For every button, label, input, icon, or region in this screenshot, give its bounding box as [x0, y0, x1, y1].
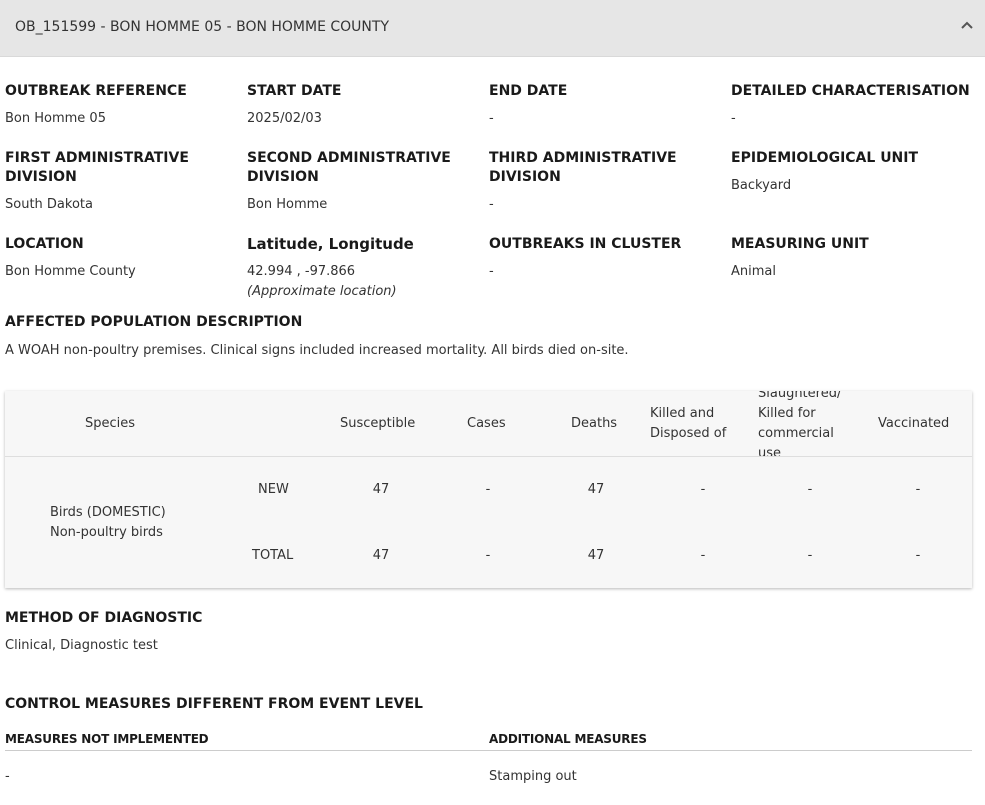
first-admin-label: FIRST ADMINISTRATIVE DIVISION — [5, 149, 189, 187]
new-vaccinated: - — [915, 482, 921, 497]
header-slaughtered-line1: Slaughtered/ — [758, 391, 842, 401]
start-date-label: START DATE — [247, 83, 342, 99]
table-header-divider — [5, 456, 972, 457]
species-subtype: Non-poultry birds — [50, 525, 163, 540]
outbreaks-in-cluster-value: - — [489, 264, 494, 279]
total-deaths: 47 — [587, 548, 605, 563]
end-date-label: END DATE — [489, 83, 568, 99]
measuring-unit-value: Animal — [731, 264, 776, 279]
outbreak-reference-label: OUTBREAK REFERENCE — [5, 83, 187, 99]
header-killed: Killed and Disposed of — [650, 404, 726, 444]
species-table: Species Susceptible Cases Deaths Killed … — [5, 391, 972, 588]
outbreaks-in-cluster-label: OUTBREAKS IN CLUSTER — [489, 236, 682, 252]
second-admin-label-line2: DIVISION — [247, 169, 319, 185]
second-admin-label: SECOND ADMINISTRATIVE DIVISION — [247, 149, 451, 187]
header-susceptible: Susceptible — [340, 416, 416, 431]
third-admin-value: - — [489, 197, 494, 212]
header-vaccinated: Vaccinated — [878, 416, 950, 431]
total-susceptible: 47 — [372, 548, 390, 563]
epidemiological-unit-label: EPIDEMIOLOGICAL UNIT — [731, 150, 919, 166]
affected-population-text: A WOAH non-poultry premises. Clinical si… — [5, 343, 629, 358]
lat-long-value: 42.994 , -97.866 — [247, 264, 356, 279]
header-slaughtered-line3: commercial — [758, 426, 834, 441]
second-admin-label-line1: SECOND ADMINISTRATIVE — [247, 150, 451, 166]
start-date-value: 2025/02/03 — [247, 111, 322, 126]
location-label: LOCATION — [5, 236, 84, 252]
measures-not-implemented-value: - — [5, 769, 10, 784]
header-killed-line1: Killed and — [650, 406, 715, 421]
outbreak-reference-value: Bon Homme 05 — [5, 111, 106, 126]
header-slaughtered-line4: use — [758, 446, 782, 461]
row-label-new: NEW — [258, 482, 289, 497]
diagnostic-value: Clinical, Diagnostic test — [5, 638, 158, 653]
first-admin-label-line2: DIVISION — [5, 169, 77, 185]
approximate-location-note: (Approximate location) — [247, 284, 397, 299]
first-admin-value: South Dakota — [5, 197, 93, 212]
control-measures-label: CONTROL MEASURES DIFFERENT FROM EVENT LE… — [5, 696, 423, 712]
lat-long-label: Latitude, Longitude — [247, 235, 414, 253]
location-value: Bon Homme County — [5, 264, 136, 279]
header-killed-line2: Disposed of — [650, 426, 727, 441]
new-slaughtered: - — [807, 482, 813, 497]
first-admin-label-line1: FIRST ADMINISTRATIVE — [5, 150, 189, 166]
total-cases: - — [485, 548, 491, 563]
detailed-characterisation-label: DETAILED CHARACTERISATION — [731, 83, 970, 99]
species-name: Birds (DOMESTIC) — [50, 505, 166, 520]
outbreak-header[interactable]: OB_151599 - BON HOMME 05 - BON HOMME COU… — [0, 0, 985, 57]
third-admin-label-line1: THIRD ADMINISTRATIVE — [489, 150, 677, 166]
header-deaths: Deaths — [571, 416, 618, 431]
outbreak-title: OB_151599 - BON HOMME 05 - BON HOMME COU… — [15, 19, 390, 35]
total-vaccinated: - — [915, 548, 921, 563]
species-cell: Birds (DOMESTIC) Non-poultry birds — [50, 503, 166, 543]
additional-measures-label: ADDITIONAL MEASURES — [489, 732, 647, 746]
additional-measures-value: Stamping out — [489, 769, 577, 784]
measures-not-implemented-label: MEASURES NOT IMPLEMENTED — [5, 732, 209, 746]
total-slaughtered: - — [807, 548, 813, 563]
header-species: Species — [85, 416, 136, 431]
third-admin-label: THIRD ADMINISTRATIVE DIVISION — [489, 149, 677, 187]
measures-divider — [5, 750, 972, 751]
new-deaths: 47 — [587, 482, 605, 497]
end-date-value: - — [489, 111, 494, 126]
affected-population-label: AFFECTED POPULATION DESCRIPTION — [5, 314, 303, 330]
chevron-up-icon[interactable] — [959, 18, 975, 32]
total-killed: - — [700, 548, 706, 563]
new-susceptible: 47 — [372, 482, 390, 497]
row-label-total: TOTAL — [252, 548, 294, 563]
detailed-characterisation-value: - — [731, 111, 736, 126]
diagnostic-label: METHOD OF DIAGNOSTIC — [5, 610, 203, 626]
header-slaughtered-line2: Killed for — [758, 406, 816, 421]
new-killed: - — [700, 482, 706, 497]
header-slaughtered: Slaughtered/ Killed for commercial use — [758, 391, 841, 464]
epidemiological-unit-value: Backyard — [731, 178, 792, 193]
header-cases: Cases — [467, 416, 506, 431]
measuring-unit-label: MEASURING UNIT — [731, 236, 869, 252]
third-admin-label-line2: DIVISION — [489, 169, 561, 185]
new-cases: - — [485, 482, 491, 497]
second-admin-value: Bon Homme — [247, 197, 328, 212]
